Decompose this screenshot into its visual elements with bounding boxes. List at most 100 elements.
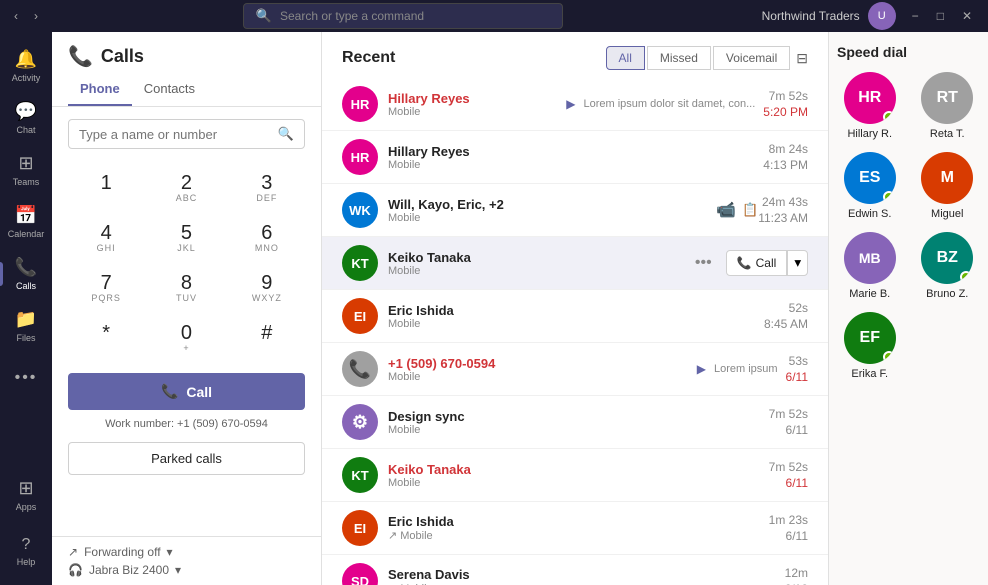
avatar: SD — [342, 563, 378, 585]
call-item[interactable]: EI Eric Ishida Mobile 52s 8:45 AM — [322, 290, 828, 343]
dialpad-search-input[interactable] — [79, 127, 270, 142]
call-name: Will, Kayo, Eric, +2 — [388, 197, 716, 212]
call-right: 1m 23s 6/11 — [769, 513, 808, 543]
minimize-button[interactable]: − — [904, 7, 927, 25]
dial-key-1[interactable]: 1 — [68, 165, 144, 211]
call-btn-label: Call — [756, 256, 777, 270]
calls-panel: 📞 Calls Phone Contacts 🔍 1 2ABC 3DEF 4GH… — [52, 32, 322, 585]
call-name: Hillary Reyes — [388, 91, 566, 106]
title-bar: ‹ › 🔍 Northwind Traders U − □ ✕ — [0, 0, 988, 32]
dial-key-hash[interactable]: # — [229, 315, 305, 361]
forward-button[interactable]: › — [28, 7, 44, 25]
call-right: 52s 8:45 AM — [764, 301, 808, 331]
sidebar-item-files[interactable]: 📁 Files — [4, 300, 48, 352]
call-item-highlighted[interactable]: KT Keiko Tanaka Mobile ••• 📞 Call ▾ — [322, 237, 828, 290]
back-button[interactable]: ‹ — [8, 7, 24, 25]
maximize-button[interactable]: □ — [929, 7, 952, 25]
speed-dial-person[interactable]: M Miguel — [915, 152, 981, 220]
call-item[interactable]: WK Will, Kayo, Eric, +2 Mobile 📹 📋 24m 4… — [322, 184, 828, 237]
call-item[interactable]: HR Hillary Reyes Mobile 8m 24s 4:13 PM — [322, 131, 828, 184]
sidebar-item-teams[interactable]: ⊞ Teams — [4, 144, 48, 196]
sidebar-label-help: Help — [17, 557, 36, 567]
dial-key-4[interactable]: 4GHI — [68, 215, 144, 261]
sidebar-label-calendar: Calendar — [8, 229, 45, 239]
sd-name: Miguel — [931, 208, 963, 220]
forwarding-label: Forwarding off — [84, 545, 160, 559]
close-button[interactable]: ✕ — [954, 7, 980, 25]
call-duration: 53s — [789, 354, 808, 368]
dial-key-2[interactable]: 2ABC — [148, 165, 224, 211]
filter-all[interactable]: All — [606, 46, 645, 70]
sd-avatar: HR — [844, 72, 896, 124]
help-icon: ? — [22, 536, 31, 554]
more-options-button[interactable]: ••• — [689, 252, 718, 274]
speed-dial-person[interactable]: MB Marie B. — [837, 232, 903, 300]
dial-key-5[interactable]: 5JKL — [148, 215, 224, 261]
play-icon[interactable]: ▶ — [566, 97, 575, 111]
sidebar-item-chat[interactable]: 💬 Chat — [4, 92, 48, 144]
sidebar-item-help[interactable]: ? Help — [4, 525, 48, 577]
call-duration: 7m 52s — [769, 407, 808, 421]
tab-phone[interactable]: Phone — [68, 73, 132, 106]
teams-icon: ⊞ — [18, 153, 33, 174]
dial-key-9[interactable]: 9WXYZ — [229, 265, 305, 311]
dial-key-3[interactable]: 3DEF — [229, 165, 305, 211]
speed-dial-person[interactable]: ES Edwin S. — [837, 152, 903, 220]
call-button-icon: 📞 — [161, 383, 178, 400]
filter-voicemail[interactable]: Voicemail — [713, 46, 790, 70]
parked-calls-button[interactable]: Parked calls — [68, 442, 305, 475]
call-right: 8m 24s 4:13 PM — [763, 142, 808, 172]
call-button[interactable]: 📞 Call — [68, 373, 305, 410]
speed-dial-person[interactable]: RT Reta T. — [915, 72, 981, 140]
call-action-call[interactable]: 📞 Call — [726, 250, 788, 276]
tab-contacts[interactable]: Contacts — [132, 73, 207, 106]
sidebar-item-calls[interactable]: 📞 Calls — [4, 248, 48, 300]
call-subtype: Mobile — [388, 159, 763, 171]
dial-key-8[interactable]: 8TUV — [148, 265, 224, 311]
forwarding-toggle[interactable]: ↗ Forwarding off ▾ — [68, 545, 305, 559]
call-item[interactable]: 📞 +1 (509) 670-0594 Mobile ▶ Lorem ipsum… — [322, 343, 828, 396]
search-input[interactable] — [280, 9, 530, 23]
audio-device-toggle[interactable]: 🎧 Jabra Biz 2400 ▾ — [68, 563, 305, 577]
filter-icon[interactable]: ⊟ — [796, 50, 808, 67]
title-bar-nav: ‹ › — [8, 7, 44, 25]
call-action-dropdown[interactable]: ▾ — [787, 250, 808, 276]
dialpad-search-icon: 🔍 — [278, 126, 294, 142]
dial-key-6[interactable]: 6MNO — [229, 215, 305, 261]
call-item[interactable]: HR Hillary Reyes Mobile ▶ Lorem ipsum do… — [322, 78, 828, 131]
dial-key-7[interactable]: 7PQRS — [68, 265, 144, 311]
recent-title: Recent — [342, 49, 594, 67]
sidebar-label-apps: Apps — [16, 502, 37, 512]
sidebar-item-more[interactable]: ••• — [4, 352, 48, 404]
apps-icon: ⊞ — [18, 478, 33, 499]
call-item[interactable]: SD Serena Davis ↗ Mobile 12m 6/10 — [322, 555, 828, 585]
dial-key-star[interactable]: * — [68, 315, 144, 361]
speed-dial-person[interactable]: BZ Bruno Z. — [915, 232, 981, 300]
call-item[interactable]: ⚙ Design sync Mobile 7m 52s 6/11 — [322, 396, 828, 449]
speed-dial-person[interactable]: EF Erika F. — [837, 312, 903, 380]
sd-avatar: ES — [844, 152, 896, 204]
speed-dial-grid: HR Hillary R. RT Reta T. ES Edwin S. — [837, 72, 980, 380]
filter-missed[interactable]: Missed — [647, 46, 711, 70]
call-name: Hillary Reyes — [388, 144, 763, 159]
sidebar-item-apps[interactable]: ⊞ Apps — [4, 469, 48, 521]
call-list: HR Hillary Reyes Mobile ▶ Lorem ipsum do… — [322, 78, 828, 585]
call-subtype: Mobile — [388, 424, 769, 436]
sidebar-item-calendar[interactable]: 📅 Calendar — [4, 196, 48, 248]
files-icon: 📁 — [15, 309, 37, 330]
audio-chevron: ▾ — [175, 563, 181, 577]
call-duration: 7m 52s — [769, 460, 808, 474]
play-icon[interactable]: ▶ — [697, 362, 706, 376]
call-right: 7m 52s 6/11 — [769, 407, 808, 437]
call-item[interactable]: EI Eric Ishida ↗ Mobile 1m 23s 6/11 — [322, 502, 828, 555]
call-item[interactable]: KT Keiko Tanaka Mobile 7m 52s 6/11 — [322, 449, 828, 502]
sidebar: 🔔 Activity 💬 Chat ⊞ Teams 📅 Calendar 📞 C… — [0, 32, 52, 585]
dial-key-0[interactable]: 0+ — [148, 315, 224, 361]
call-time: 6/11 — [786, 476, 808, 490]
calls-panel-icon: 📞 — [68, 44, 93, 69]
calls-tabs: Phone Contacts — [52, 73, 321, 107]
speed-dial-person[interactable]: HR Hillary R. — [837, 72, 903, 140]
avatar: HR — [342, 139, 378, 175]
user-avatar[interactable]: U — [868, 2, 896, 30]
sidebar-item-activity[interactable]: 🔔 Activity — [4, 40, 48, 92]
